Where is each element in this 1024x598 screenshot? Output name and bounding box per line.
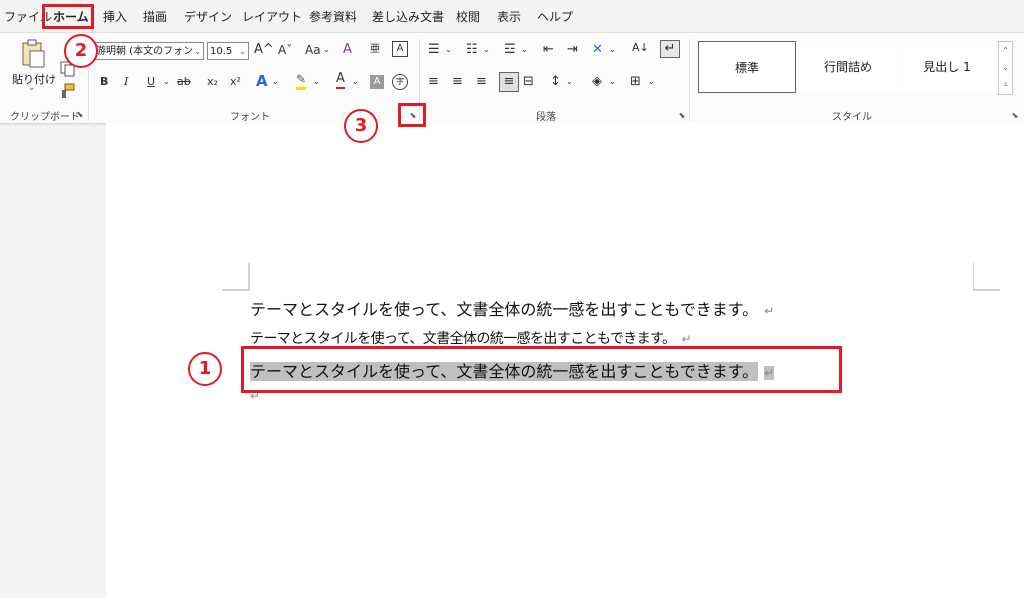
tab-view[interactable]: 表示: [497, 8, 521, 25]
shading-icon[interactable]: ◈: [592, 73, 602, 91]
numbering-icon[interactable]: ☷: [466, 41, 478, 59]
line-2-text: テーマとスタイルを使って、文書全体の統一感を出すこともできます。: [250, 331, 676, 347]
font-size-chevron-icon[interactable]: ⌄: [239, 43, 246, 59]
bullets-icon[interactable]: ☰: [428, 41, 440, 59]
styles-up-icon[interactable]: ⌃: [999, 42, 1012, 59]
font-group-label: フォント: [230, 112, 270, 123]
annotation-badge-3: 3: [344, 109, 378, 143]
annotation-badge-1: 1: [188, 352, 222, 386]
ruby-icon[interactable]: 亜: [370, 41, 380, 59]
paste-chevron-icon[interactable]: ⌄: [28, 83, 36, 93]
font-name-combo[interactable]: 游明朝 (本文のフォン ⌄: [93, 42, 204, 60]
strikethrough-button[interactable]: ab: [177, 73, 191, 91]
asian-layout-chevron-icon[interactable]: ⌄: [609, 41, 616, 59]
styles-down-icon[interactable]: ⌄: [999, 59, 1012, 76]
paragraph-launcher-icon[interactable]: ⬊: [677, 111, 687, 121]
font-name-value: 游明朝 (本文のフォン: [96, 46, 194, 57]
tab-review[interactable]: 校閲: [456, 8, 480, 25]
shading-chevron-icon[interactable]: ⌄: [609, 73, 616, 91]
text-effects-chevron-icon[interactable]: ⌄: [272, 73, 279, 91]
margin-corner-left: [222, 263, 250, 291]
char-border-icon[interactable]: A: [392, 41, 408, 57]
show-formatting-icon[interactable]: ↵: [660, 40, 680, 58]
font-color-icon[interactable]: A: [336, 71, 345, 89]
increase-indent-icon[interactable]: ⇥: [567, 41, 578, 59]
grow-font-icon[interactable]: A^: [254, 41, 274, 59]
decrease-indent-icon[interactable]: ⇤: [543, 41, 554, 59]
paragraph-mark: ↵: [681, 332, 691, 346]
bullets-chevron-icon[interactable]: ⌄: [445, 41, 452, 59]
underline-button[interactable]: U: [147, 73, 155, 91]
tab-mailings[interactable]: 差し込み文書: [372, 8, 444, 25]
distribute-icon[interactable]: ⊟: [523, 73, 534, 91]
font-size-combo[interactable]: 10.5 ⌄: [207, 42, 249, 60]
highlight-icon[interactable]: ✎: [296, 71, 307, 90]
tab-help[interactable]: ヘルプ: [537, 8, 573, 25]
justify-icon[interactable]: ≡: [499, 72, 519, 92]
change-case-chevron-icon[interactable]: ⌄: [323, 41, 330, 59]
style-heading-1[interactable]: 見出し 1: [898, 41, 996, 93]
borders-chevron-icon[interactable]: ⌄: [648, 73, 655, 91]
shrink-font-icon[interactable]: Aˇ: [278, 41, 292, 59]
paragraph-mark: ↵: [764, 304, 775, 318]
paragraph-group-label: 段落: [536, 112, 556, 123]
line-spacing-icon[interactable]: ↕: [550, 73, 561, 91]
change-case-icon[interactable]: Aa: [305, 41, 321, 59]
tab-layout[interactable]: レイアウト: [242, 8, 302, 25]
tab-draw[interactable]: 描画: [143, 8, 167, 25]
tab-insert[interactable]: 挿入: [103, 8, 127, 25]
style-normal[interactable]: 標準: [698, 41, 796, 93]
align-left-icon[interactable]: ≡: [428, 73, 439, 91]
multilevel-list-icon[interactable]: ☲: [504, 41, 516, 59]
tab-references[interactable]: 参考資料: [309, 8, 357, 25]
annotation-badge-2: 2: [64, 34, 98, 68]
clipboard-group-label: クリップボード: [10, 112, 80, 123]
asian-layout-icon[interactable]: ✕: [592, 41, 603, 59]
document-line-1[interactable]: テーマとスタイルを使って、文書全体の統一感を出すこともできます。 ↵: [250, 296, 774, 320]
margin-corner-right: [973, 263, 1000, 291]
tab-design[interactable]: デザイン: [184, 8, 232, 25]
clear-formatting-icon[interactable]: A: [343, 41, 352, 59]
subscript-button[interactable]: x₂: [207, 73, 218, 91]
multilevel-chevron-icon[interactable]: ⌄: [521, 41, 528, 59]
line-1-text: テーマとスタイルを使って、文書全体の統一感を出すこともできます。: [250, 300, 759, 319]
bold-button[interactable]: B: [100, 73, 108, 91]
annotation-box-font-launcher: [398, 103, 426, 127]
superscript-button[interactable]: x²: [230, 73, 241, 91]
styles-group-label: スタイル: [832, 112, 872, 123]
align-center-icon[interactable]: ≡: [452, 73, 463, 91]
document-line-2[interactable]: テーマとスタイルを使って、文書全体の統一感を出すこともできます。 ↵: [250, 328, 692, 348]
italic-button[interactable]: I: [124, 73, 128, 91]
styles-gallery-scroll[interactable]: ⌃ ⌄ ⩡: [998, 41, 1013, 95]
text-effects-icon[interactable]: A: [256, 72, 268, 90]
font-size-value: 10.5: [210, 46, 233, 57]
format-painter-icon[interactable]: [60, 83, 76, 99]
align-right-icon[interactable]: ≡: [476, 73, 487, 91]
styles-launcher-icon[interactable]: ⬊: [1010, 111, 1020, 121]
annotation-box-selected-line: [241, 346, 842, 393]
font-name-chevron-icon[interactable]: ⌄: [194, 43, 201, 59]
char-shading-icon[interactable]: A: [370, 75, 384, 89]
font-color-chevron-icon[interactable]: ⌄: [352, 73, 359, 91]
clipboard-launcher-icon[interactable]: ⬊: [75, 110, 85, 120]
paste-icon[interactable]: [20, 39, 46, 69]
ribbon: 貼り付け ⌄ クリップボード ⬊ 游明朝 (本文のフォン ⌄ 10.5 ⌄ A^…: [0, 32, 1024, 124]
underline-chevron-icon[interactable]: ⌄: [163, 73, 170, 91]
annotation-box-home-tab: [42, 4, 94, 29]
sort-icon[interactable]: A↓: [632, 39, 649, 57]
numbering-chevron-icon[interactable]: ⌄: [483, 41, 490, 59]
style-no-spacing[interactable]: 行間詰め: [799, 41, 897, 93]
highlight-chevron-icon[interactable]: ⌄: [313, 73, 320, 91]
borders-icon[interactable]: ⊞: [630, 73, 641, 91]
styles-more-icon[interactable]: ⩡: [999, 76, 1012, 93]
enclose-char-icon[interactable]: 字: [392, 74, 408, 90]
group-divider: [689, 39, 690, 121]
menu-bar: ファイル ホーム 挿入 描画 デザイン レイアウト 参考資料 差し込み文書 校閲…: [0, 0, 1024, 32]
line-spacing-chevron-icon[interactable]: ⌄: [566, 73, 573, 91]
